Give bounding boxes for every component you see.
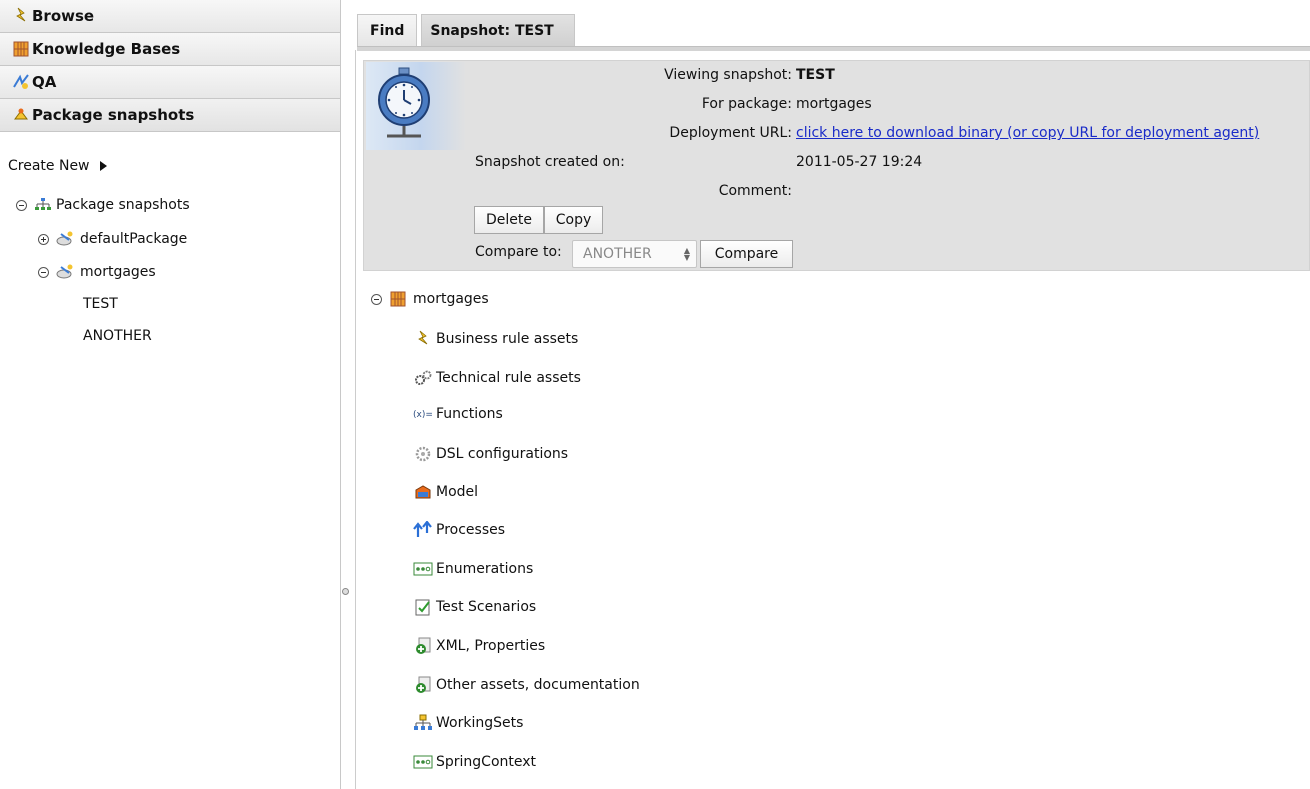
snapshot-label: TEST: [83, 296, 118, 312]
snapshot-label: ANOTHER: [83, 328, 152, 344]
snapshot-created-value: 2011-05-27 19:24: [796, 154, 923, 170]
for-package-label: For package:: [701, 96, 792, 112]
tab-snapshot-label: Snapshot: TEST: [430, 22, 554, 39]
function-icon: (x)=: [413, 404, 433, 424]
snapshot-icon: [12, 106, 30, 124]
asset-label: XML, Properties: [436, 638, 546, 654]
working-sets-icon: [413, 713, 433, 733]
hierarchy-icon: [34, 196, 52, 214]
tree-root-label: Package snapshots: [56, 197, 190, 213]
viewing-snapshot-value: TEST: [796, 67, 835, 83]
select-arrows-icon: ▲ ▼: [683, 246, 690, 262]
snapshot-created-label: Snapshot created on:: [475, 154, 625, 170]
chevron-right-icon: [99, 161, 107, 171]
package-icon: [389, 290, 407, 308]
expand-toggle-icon[interactable]: [38, 233, 49, 245]
tree-item-label: mortgages: [80, 264, 156, 280]
asset-model[interactable]: Model: [413, 482, 478, 502]
create-new-menu[interactable]: Create New: [8, 158, 107, 174]
asset-technical-rules[interactable]: Technical rule assets: [413, 368, 581, 388]
tree-root-package-snapshots[interactable]: Package snapshots: [16, 196, 190, 214]
package-snapshots-label: Package snapshots: [32, 106, 195, 124]
asset-dsl-configurations[interactable]: DSL configurations: [413, 444, 568, 464]
asset-processes[interactable]: Processes: [413, 520, 505, 540]
browse-header[interactable]: Browse: [0, 0, 340, 33]
collapse-toggle-icon[interactable]: [16, 199, 27, 211]
explorer-package-label: mortgages: [413, 291, 489, 307]
knowledge-bases-label: Knowledge Bases: [32, 40, 181, 58]
tab-snapshot-test[interactable]: Snapshot: TEST: [421, 14, 575, 46]
process-icon: [413, 520, 433, 540]
enumeration-icon: [413, 752, 433, 772]
model-icon: [413, 482, 433, 502]
package-snapshots-header[interactable]: Package snapshots: [0, 99, 340, 132]
compare-select-value: ANOTHER: [583, 246, 652, 262]
asset-enumerations[interactable]: Enumerations: [413, 559, 533, 579]
deployment-url-link[interactable]: click here to download binary (or copy U…: [796, 125, 1259, 141]
collapse-toggle-icon[interactable]: [371, 293, 382, 305]
asset-label: Processes: [436, 522, 506, 538]
tab-find-label: Find: [370, 22, 405, 39]
asset-business-rules[interactable]: Business rule assets: [413, 329, 578, 349]
test-scenario-icon: [413, 597, 433, 617]
enumeration-icon: [413, 559, 433, 579]
explorer-package-mortgages[interactable]: mortgages: [371, 290, 489, 308]
copy-button[interactable]: Copy: [544, 206, 603, 234]
delete-button[interactable]: Delete: [474, 206, 544, 234]
asset-label: Test Scenarios: [436, 599, 537, 615]
panel-splitter-handle[interactable]: [342, 588, 349, 595]
asset-label: Model: [436, 484, 479, 500]
asset-label: Enumerations: [436, 561, 534, 577]
add-document-icon: [413, 636, 433, 656]
asset-functions[interactable]: (x)= Functions: [413, 404, 503, 424]
stopwatch-icon: [369, 66, 439, 144]
asset-label: SpringContext: [436, 754, 537, 770]
asset-label: Other assets, documentation: [436, 677, 640, 693]
for-package-value: mortgages: [796, 96, 872, 112]
knowledge-bases-header[interactable]: Knowledge Bases: [0, 33, 340, 66]
create-new-label: Create New: [8, 158, 90, 174]
browse-label: Browse: [32, 7, 95, 25]
deployment-url-label: Deployment URL:: [669, 125, 792, 141]
tree-item-label: defaultPackage: [80, 231, 188, 247]
svg-text:(x)=: (x)=: [413, 410, 433, 420]
tab-bar: Find Snapshot: TEST: [357, 14, 579, 46]
qa-icon: [12, 73, 30, 91]
asset-xml-properties[interactable]: XML, Properties: [413, 636, 545, 656]
dsl-icon: [413, 444, 433, 464]
tree-item-defaultpackage[interactable]: defaultPackage: [38, 230, 187, 248]
compare-snapshot-select[interactable]: ANOTHER ▲ ▼: [572, 240, 697, 268]
asset-label: WorkingSets: [436, 715, 524, 731]
asset-spring-context[interactable]: SpringContext: [413, 752, 536, 772]
tree-item-mortgages[interactable]: mortgages: [38, 263, 156, 281]
qa-label: QA: [32, 73, 57, 91]
asset-working-sets[interactable]: WorkingSets: [413, 713, 523, 733]
collapse-toggle-icon[interactable]: [38, 266, 49, 278]
compare-to-label: Compare to:: [475, 244, 562, 260]
comment-label: Comment:: [718, 183, 792, 199]
left-navigation-panel: Browse Knowledge Bases QA Package snapsh…: [0, 0, 341, 789]
compare-button[interactable]: Compare: [700, 240, 793, 268]
snapshot-item-test[interactable]: TEST: [83, 296, 118, 312]
asset-label: Technical rule assets: [436, 370, 581, 386]
asset-other-documentation[interactable]: Other assets, documentation: [413, 675, 640, 695]
add-document-icon: [413, 675, 433, 695]
viewing-snapshot-label: Viewing snapshot:: [664, 67, 792, 83]
tab-find[interactable]: Find: [357, 14, 418, 46]
rule-icon: [12, 7, 30, 25]
qa-header[interactable]: QA: [0, 66, 340, 99]
business-rule-icon: [413, 329, 433, 349]
asset-label: DSL configurations: [436, 446, 569, 462]
package-icon: [12, 40, 30, 58]
package-snapshot-icon: [56, 263, 74, 281]
snapshot-item-another[interactable]: ANOTHER: [83, 328, 152, 344]
asset-label: Functions: [436, 406, 503, 422]
asset-test-scenarios[interactable]: Test Scenarios: [413, 597, 536, 617]
asset-label: Business rule assets: [436, 331, 579, 347]
gears-icon: [413, 368, 433, 388]
package-snapshot-icon: [56, 230, 74, 248]
